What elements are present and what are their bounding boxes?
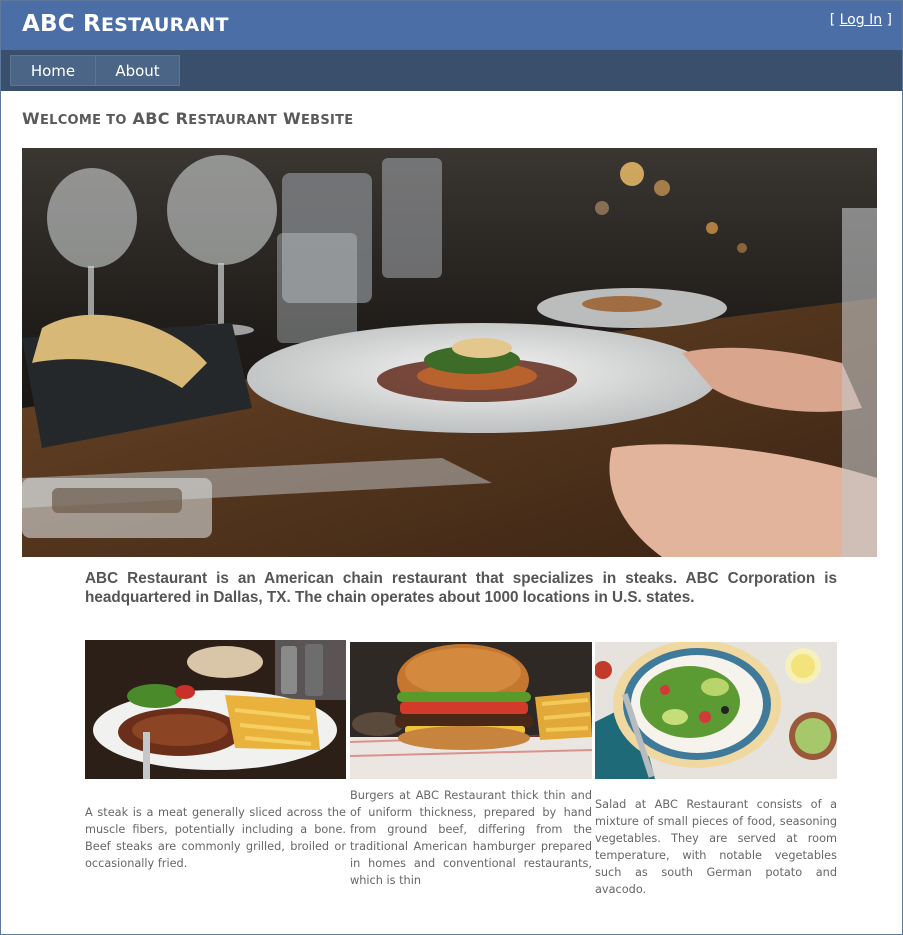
nav-bar: Home About — [1, 50, 902, 91]
hero-image — [22, 148, 877, 557]
intro-text: ABC Restaurant is an American chain rest… — [85, 570, 837, 606]
site-title: ABC RESTAURANT — [22, 11, 229, 37]
burger-image — [350, 642, 592, 779]
salad-description: Salad at ABC Restaurant consists of a mi… — [595, 798, 837, 896]
nav-about[interactable]: About — [95, 55, 180, 86]
burger-description: Burgers at ABC Restaurant thick thin and… — [350, 789, 592, 887]
header: ABC RESTAURANT [ Log In ] — [1, 1, 902, 50]
steak-description: A steak is a meat generally sliced acros… — [85, 806, 346, 870]
page-heading: WELCOME TO ABC RESTAURANT WEBSITE — [22, 109, 354, 128]
salad-image — [595, 642, 837, 779]
nav-home[interactable]: Home — [10, 55, 96, 86]
login-link[interactable]: Log In — [840, 12, 882, 28]
login-area: [ Log In ] — [829, 12, 892, 28]
steak-image — [85, 640, 346, 779]
page: ABC RESTAURANT [ Log In ] Home About WEL… — [0, 0, 903, 935]
